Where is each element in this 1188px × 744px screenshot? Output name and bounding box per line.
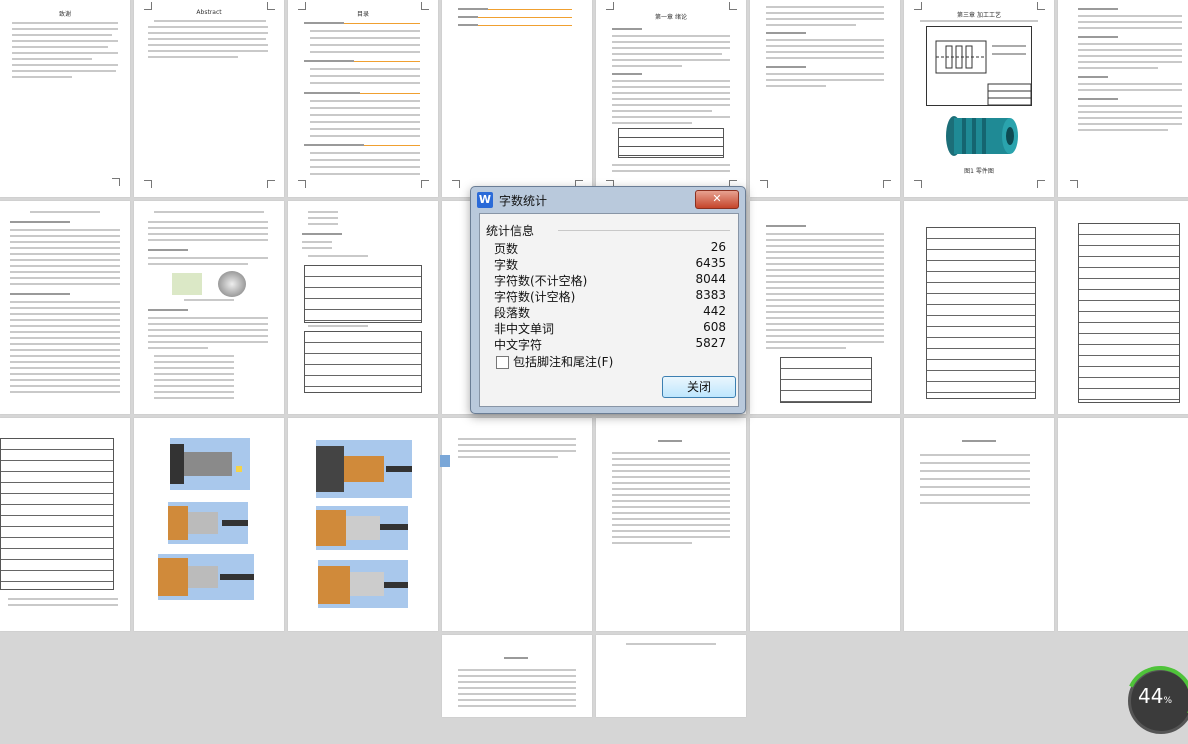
stat-label: 中文字符	[494, 338, 543, 352]
stat-words: 字数 6435	[494, 256, 726, 272]
stat-value: 6435	[695, 256, 726, 270]
page-heading: 第三章 加工工艺	[957, 12, 1001, 19]
machining-figure	[168, 502, 248, 544]
document-page[interactable]	[288, 418, 438, 631]
document-page[interactable]	[904, 418, 1054, 631]
machining-figure	[170, 438, 250, 490]
include-footnotes-checkbox[interactable]	[496, 356, 509, 369]
stat-value: 608	[703, 320, 726, 334]
zoom-value: 44	[1138, 684, 1164, 708]
group-label: 统计信息	[486, 222, 539, 239]
dialog-titlebar[interactable]: W 字数统计 ✕	[471, 187, 745, 213]
document-page[interactable]: 第三章 加工工艺 图1 零件图	[904, 0, 1054, 197]
dialog-title: 字数统计	[499, 194, 548, 208]
document-page[interactable]	[442, 635, 592, 717]
page-heading: 第一章 绪论	[655, 14, 687, 21]
machining-figure	[316, 440, 412, 498]
wps-writer-icon: W	[477, 192, 493, 208]
zoom-level[interactable]: 44%	[1138, 684, 1172, 708]
document-page[interactable]	[1058, 418, 1188, 631]
document-page[interactable]	[134, 201, 284, 414]
document-page[interactable]	[1058, 201, 1188, 414]
document-page[interactable]	[750, 201, 900, 414]
document-page[interactable]: 目录	[288, 0, 438, 197]
word-count-dialog: W 字数统计 ✕ 统计信息 页数 26 字数 6435 字符数(不计空格) 80…	[470, 186, 746, 414]
close-button[interactable]: 关闭	[662, 376, 736, 398]
stat-value: 26	[710, 240, 726, 254]
stat-pages: 页数 26	[494, 240, 726, 256]
stat-value: 8383	[695, 288, 726, 302]
document-page[interactable]	[750, 0, 900, 197]
document-page[interactable]	[0, 201, 130, 414]
stat-value: 8044	[695, 272, 726, 286]
page-heading: Abstract	[196, 9, 222, 16]
document-page[interactable]	[596, 418, 746, 631]
figure-caption: 图1 零件图	[964, 168, 994, 175]
stat-value: 5827	[695, 336, 726, 350]
page-heading: 目录	[356, 11, 369, 18]
machining-figure	[316, 506, 408, 550]
engineering-drawing	[926, 26, 1032, 106]
stat-label: 字符数(计空格)	[494, 290, 576, 304]
include-footnotes-label[interactable]: 包括脚注和尾注(F)	[513, 353, 613, 370]
document-page[interactable]	[288, 201, 438, 414]
figure-image	[218, 271, 246, 297]
document-page[interactable]	[442, 0, 592, 197]
stat-chars-with-spaces: 字符数(计空格) 8383	[494, 288, 726, 304]
part-3d-render	[946, 116, 1018, 156]
stat-chinese-chars: 中文字符 5827	[494, 336, 726, 352]
document-page[interactable]: Abstract	[134, 0, 284, 197]
zoom-unit: %	[1163, 696, 1173, 706]
document-page[interactable]: 致谢	[0, 0, 130, 197]
document-page[interactable]	[134, 418, 284, 631]
document-page[interactable]	[904, 201, 1054, 414]
dialog-body: 统计信息 页数 26 字数 6435 字符数(不计空格) 8044 字符数(计空…	[479, 213, 739, 407]
stat-non-chinese-words: 非中文单词 608	[494, 320, 726, 336]
stat-paragraphs: 段落数 442	[494, 304, 726, 320]
machining-figure	[318, 560, 408, 608]
document-page[interactable]	[1058, 0, 1188, 197]
stat-label: 字符数(不计空格)	[494, 274, 588, 288]
stat-value: 442	[703, 304, 726, 318]
document-page[interactable]	[0, 418, 130, 631]
titlebar-close-button[interactable]: ✕	[695, 190, 739, 209]
document-icon[interactable]	[440, 455, 450, 467]
stat-label: 页数	[494, 242, 519, 256]
machining-figure	[158, 554, 254, 600]
stat-chars-no-spaces: 字符数(不计空格) 8044	[494, 272, 726, 288]
stat-label: 段落数	[494, 306, 531, 320]
stat-label: 非中文单词	[494, 322, 555, 336]
group-divider	[558, 230, 730, 231]
figure-image	[172, 273, 202, 295]
page-heading: 致谢	[58, 11, 71, 18]
document-page[interactable]	[596, 635, 746, 717]
document-page[interactable]	[442, 418, 592, 631]
stat-label: 字数	[494, 258, 519, 272]
document-page[interactable]: 第一章 绪论	[596, 0, 746, 197]
document-page[interactable]	[750, 418, 900, 631]
